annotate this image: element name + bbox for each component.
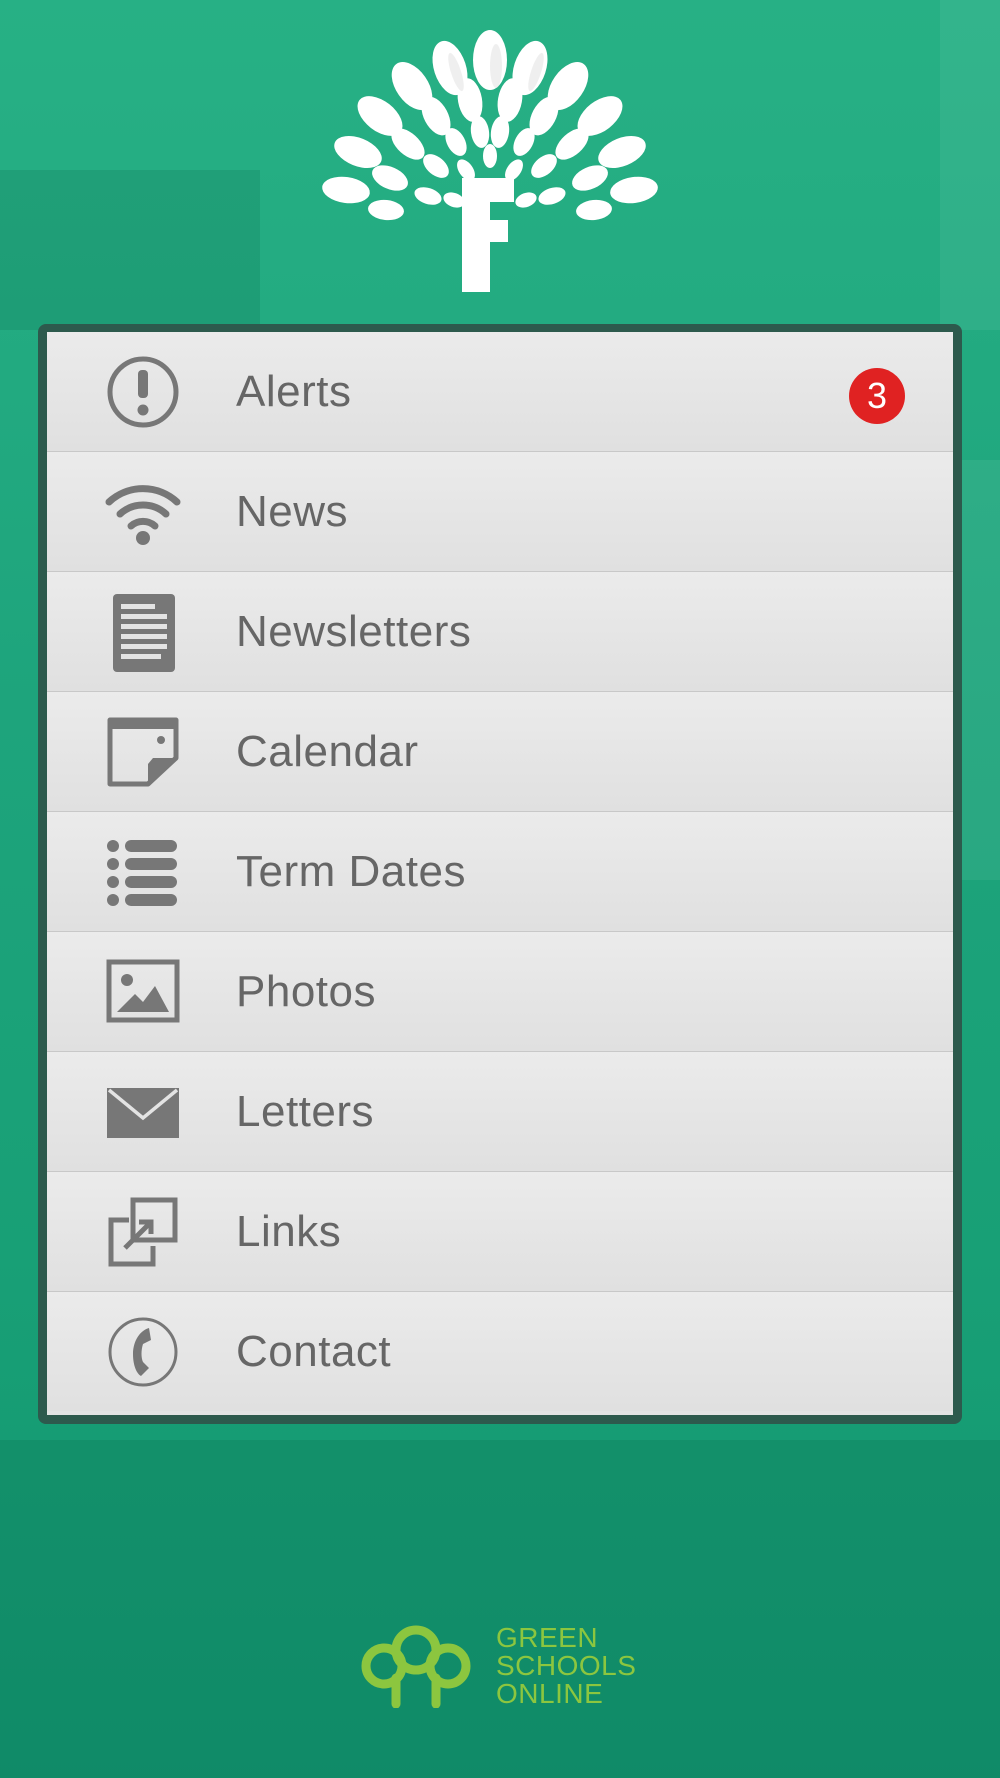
brand-line: SCHOOLS — [496, 1650, 637, 1681]
menu-item-label: News — [236, 487, 349, 536]
menu-item-calendar[interactable]: Calendar — [47, 691, 953, 811]
image-icon — [105, 956, 181, 1028]
menu-item-label: Photos — [236, 967, 376, 1016]
envelope-icon — [105, 1076, 181, 1148]
menu-list: Alerts 3 News Newsletters Calendar Term … — [47, 332, 953, 1415]
brand-line: GREEN — [496, 1622, 599, 1653]
background-building-shape — [960, 460, 1000, 880]
list-icon — [105, 836, 181, 908]
brand-line: ONLINE — [496, 1678, 604, 1709]
menu-item-news[interactable]: News — [47, 451, 953, 571]
menu-item-label: Letters — [236, 1087, 375, 1136]
background-ground-shape — [0, 1440, 1000, 1778]
notification-badge: 3 — [849, 368, 905, 424]
menu-item-label: Term Dates — [236, 847, 466, 896]
background-building-shape — [940, 0, 1000, 330]
main-menu: Alerts 3 News Newsletters Calendar Term … — [38, 324, 962, 1424]
menu-item-alerts[interactable]: Alerts 3 — [47, 332, 953, 451]
menu-item-photos[interactable]: Photos — [47, 931, 953, 1051]
menu-item-label: Links — [236, 1207, 342, 1256]
menu-item-label: Contact — [236, 1327, 392, 1376]
school-logo — [300, 20, 680, 300]
menu-item-label: Calendar — [236, 727, 419, 776]
green-schools-online-icon — [361, 1625, 471, 1708]
wifi-icon — [105, 476, 181, 548]
green-schools-online-logo: GREEN SCHOOLS ONLINE — [360, 1622, 660, 1712]
brand-text: GREEN SCHOOLS ONLINE — [496, 1624, 636, 1708]
external-link-icon — [105, 1196, 181, 1268]
background-building-shape — [0, 170, 260, 330]
menu-item-contact[interactable]: Contact — [47, 1291, 953, 1411]
menu-item-label: Alerts — [236, 367, 352, 416]
menu-item-term-dates[interactable]: Term Dates — [47, 811, 953, 931]
menu-item-label: Newsletters — [236, 607, 472, 656]
menu-item-newsletters[interactable]: Newsletters — [47, 571, 953, 691]
menu-item-letters[interactable]: Letters — [47, 1051, 953, 1171]
calendar-note-icon — [105, 716, 181, 788]
phone-icon — [105, 1316, 181, 1388]
menu-item-links[interactable]: Links — [47, 1171, 953, 1291]
alert-icon — [105, 356, 181, 428]
document-icon — [105, 594, 181, 672]
tree-logo-icon — [322, 30, 658, 292]
